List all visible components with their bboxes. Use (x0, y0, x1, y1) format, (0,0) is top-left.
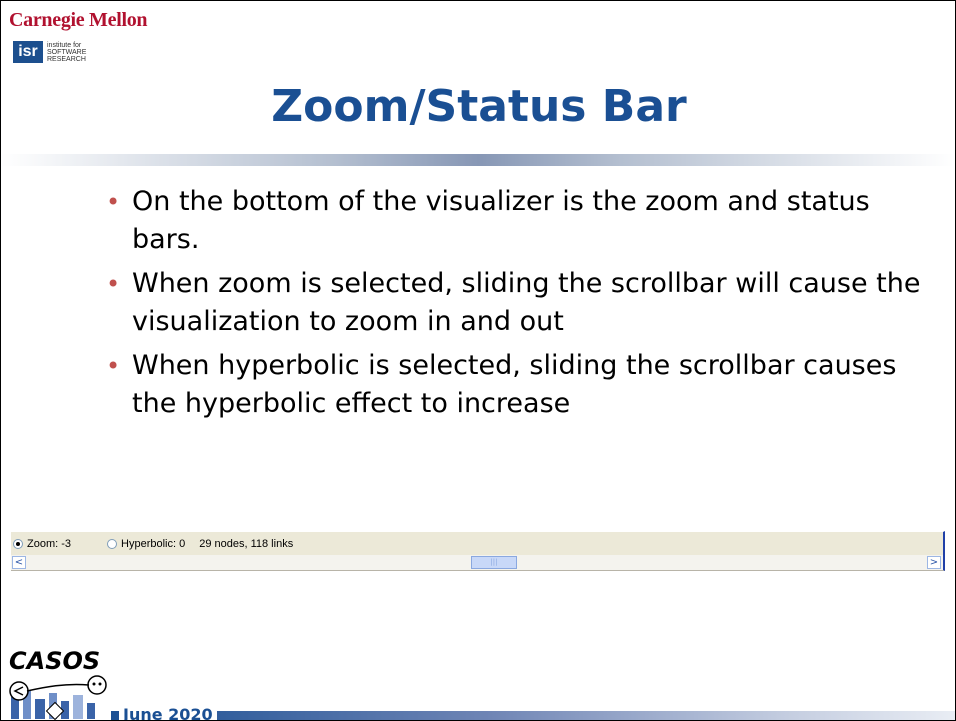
bullet-text: When zoom is selected, sliding the scrol… (132, 268, 921, 337)
footer-date: June 2020 (119, 708, 217, 720)
slide-title: Zoom/Status Bar (271, 81, 687, 132)
hyperbolic-label: Hyperbolic: 0 (121, 537, 186, 550)
carnegie-mellon-logo: Carnegie Mellon (9, 9, 148, 31)
isr-logo: isr institute for SOFTWARE RESEARCH (13, 41, 86, 63)
isr-text: institute for SOFTWARE RESEARCH (47, 42, 86, 63)
zoom-radio-option[interactable]: Zoom: -3 (13, 538, 71, 550)
hyperbolic-radio-option[interactable]: Hyperbolic: 0 (107, 538, 185, 550)
slide: Carnegie Mellon isr institute for SOFTWA… (0, 0, 956, 721)
bullet-item: • When zoom is selected, sliding the scr… (106, 265, 926, 341)
zoom-label: Zoom: -3 (27, 537, 72, 550)
scroll-left-button[interactable]: < (12, 556, 26, 569)
bullet-text: On the bottom of the visualizer is the z… (132, 186, 870, 255)
bullet-item: • When hyperbolic is selected, sliding t… (106, 347, 926, 423)
bullet-item: • On the bottom of the visualizer is the… (106, 183, 926, 259)
hyperbolic-radio-button[interactable] (107, 538, 118, 549)
bullet-dot-icon: • (106, 270, 121, 298)
bullet-dot-icon: • (106, 352, 121, 380)
isr-line2: SOFTWARE (47, 48, 87, 56)
scroll-right-button[interactable]: > (927, 556, 941, 569)
footer-band (111, 711, 955, 720)
isr-line1: institute for (47, 41, 82, 49)
zoom-radio-button[interactable] (13, 538, 23, 549)
isr-line3: RESEARCH (47, 55, 86, 63)
zoom-status-bar: Zoom: -3 Hyperbolic: 0 29 nodes, 118 lin… (11, 531, 945, 555)
zoom-scrollbar[interactable]: < ||| > (11, 555, 945, 571)
status-text: 29 nodes, 118 links (199, 537, 294, 550)
bullet-list: • On the bottom of the visualizer is the… (106, 183, 926, 429)
scrollbar-thumb[interactable]: ||| (471, 556, 517, 569)
casos-logo-text: CASOS (9, 647, 101, 675)
casos-logo-icon (9, 675, 107, 720)
title-divider (1, 154, 955, 166)
bullet-text: When hyperbolic is selected, sliding the… (132, 350, 897, 419)
bullet-dot-icon: • (106, 188, 121, 216)
isr-mark: isr (13, 41, 43, 63)
